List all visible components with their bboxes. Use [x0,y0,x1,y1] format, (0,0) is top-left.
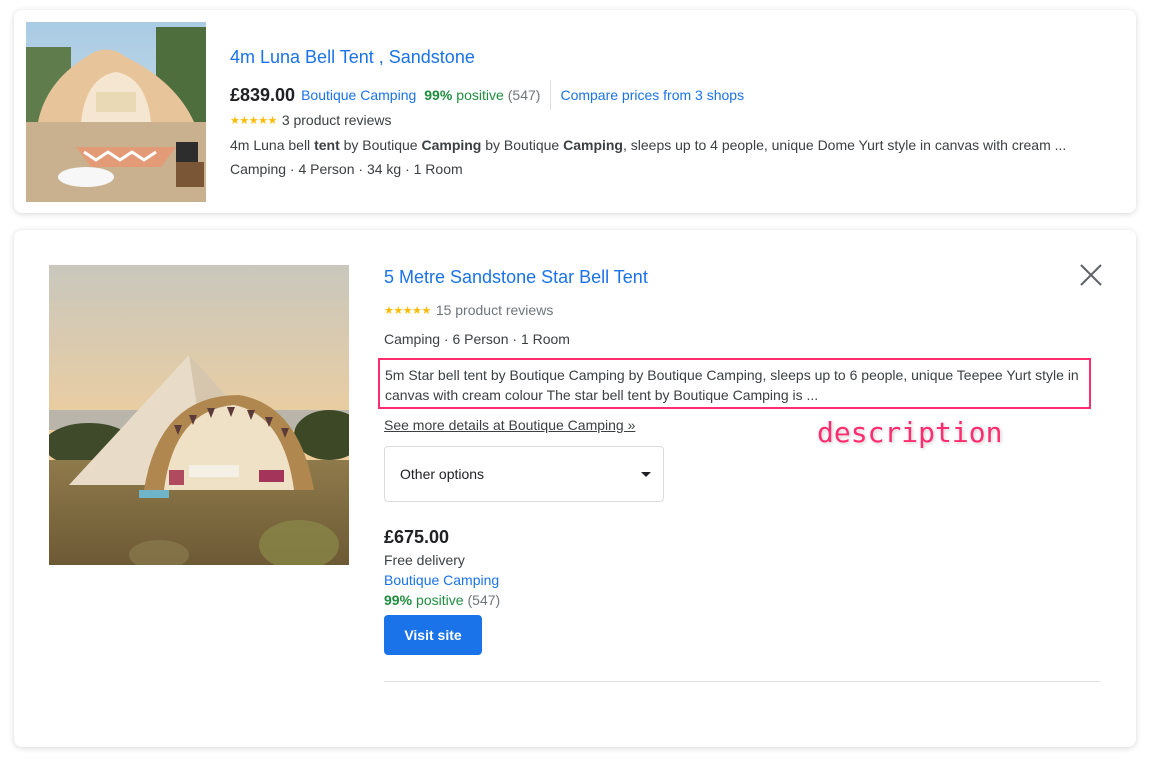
price-row: £839.00 Boutique Camping 99% positive (5… [230,80,744,110]
reviews-count[interactable]: 3 product reviews [282,112,392,128]
description-segment: , sleeps up to 4 people, unique Dome Yur… [622,137,1067,153]
product-description: 4m Luna bell tent by Boutique Camping by… [230,137,1066,153]
description-segment: by Boutique [481,137,564,153]
annotation-label: description [817,416,1003,449]
tent-photo-icon [26,22,206,202]
close-icon [1080,264,1102,286]
star-rating-icon: ★★★★★ [384,304,431,317]
product-title-link[interactable]: 5 Metre Sandstone Star Bell Tent [384,267,648,288]
vertical-divider [550,80,552,110]
visit-site-button[interactable]: Visit site [384,615,482,655]
seller-link[interactable]: Boutique Camping [301,87,416,103]
price: £839.00 [230,84,296,105]
reviews-count[interactable]: 15 product reviews [436,302,554,318]
product-image-luna[interactable] [26,22,206,202]
product-attributes: Camping · 4 Person · 34 kg · 1 Room [230,161,463,177]
description-segment: by Boutique [339,137,422,153]
compare-prices-link[interactable]: Compare prices from 3 shops [560,87,744,103]
product-image-star[interactable] [49,265,349,565]
other-options-select[interactable]: Other options [384,446,664,502]
rating-row: ★★★★★ 15 product reviews [384,302,553,318]
star-rating-icon: ★★★★★ [230,114,277,127]
description-segment: Camping [563,137,623,153]
product-attributes: Camping · 6 Person · 1 Room [384,331,570,347]
positive-label: positive [456,87,504,103]
price: £675.00 [384,527,450,547]
product-title-link[interactable]: 4m Luna Bell Tent , Sandstone [230,47,475,68]
description-segment: Camping [421,137,482,153]
description-segment: tent [314,137,340,153]
positive-count: (547) [467,592,501,608]
positive-percentage: 99% [424,87,453,103]
rating-row: ★★★★★ 3 product reviews [230,112,392,128]
seller-rating: 99% positive (547) [384,592,500,608]
see-more-details-link[interactable]: See more details at Boutique Camping » [384,417,635,433]
select-label: Other options [400,466,485,482]
description-segment: 4m Luna bell [230,137,315,153]
tent-photo-icon [49,265,349,565]
close-button[interactable] [1079,263,1103,287]
positive-count: (547) [507,87,541,103]
positive-label: positive [416,592,464,608]
divider [384,681,1100,682]
product-card-star: 5 Metre Sandstone Star Bell Tent ★★★★★ 1… [14,230,1136,747]
seller-link[interactable]: Boutique Camping [384,572,499,588]
positive-percentage: 99% [384,592,413,608]
product-card-luna: 4m Luna Bell Tent , Sandstone £839.00 Bo… [14,10,1136,213]
delivery-info: Free delivery [384,552,465,568]
caret-down-icon [641,471,651,477]
product-description-highlighted: 5m Star bell tent by Boutique Camping by… [378,358,1091,409]
